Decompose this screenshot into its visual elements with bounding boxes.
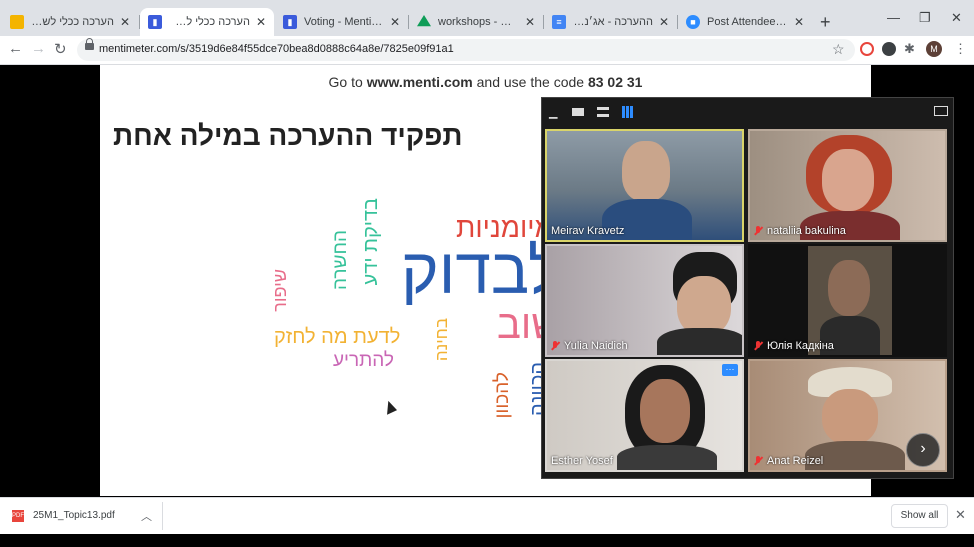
menu-kebab-icon[interactable]: ⋮ — [954, 41, 967, 57]
participant-name: Yulia Naidich — [551, 340, 628, 352]
browser-toolbar: ← → ↻ mentimeter.com/s/3519d6e84f55dce70… — [0, 36, 974, 65]
close-window-icon[interactable]: ✕ — [951, 10, 962, 26]
more-options-button[interactable]: ··· — [722, 364, 738, 376]
forward-icon[interactable]: → — [31, 40, 46, 57]
close-tab-icon[interactable]: ✕ — [256, 15, 266, 29]
url-text: mentimeter.com/s/3519d6e84f55dce70bea8d0… — [99, 43, 454, 55]
google-docs-favicon-icon: ≡ — [552, 15, 566, 29]
participant-silhouette — [622, 141, 670, 201]
participant-name: nataliia bakulina — [754, 225, 846, 237]
gallery-view-icon[interactable] — [622, 106, 634, 118]
divider — [162, 502, 163, 530]
restore-icon[interactable]: ❐ — [919, 10, 931, 26]
close-tab-icon[interactable]: ✕ — [525, 15, 535, 29]
participant-video-tile[interactable]: Yulia Naidich — [545, 244, 744, 357]
participant-silhouette — [822, 389, 878, 445]
zoom-gallery-window: ▁ Meirav Kravetz nataliia bakulina Yulia… — [541, 97, 954, 479]
chevron-up-icon[interactable]: ︿ — [141, 508, 152, 524]
mouse-cursor-icon — [381, 399, 398, 415]
muted-mic-icon — [754, 456, 762, 466]
wordcloud-word: מיומניות — [456, 212, 554, 243]
google-drive-favicon-icon — [417, 15, 431, 27]
slides-favicon-icon — [10, 15, 24, 29]
tab-strip: הערכה ככלי לשיפור לה ✕ ▮ הערכה ככלי לשיפ… — [0, 0, 974, 36]
exit-fullscreen-icon[interactable] — [934, 106, 948, 116]
speaker-view-icon[interactable] — [572, 108, 584, 116]
tab-title: ההערכה - אג׳נדה לסדי — [573, 16, 653, 28]
tab-title: Post Attendee - Zoom — [707, 16, 788, 28]
pdf-file-icon: PDF — [12, 510, 24, 522]
tab-2[interactable]: ▮ הערכה ככלי לשיפור לה ✕ — [140, 8, 274, 36]
wordcloud-word: החשרה — [330, 230, 351, 291]
address-bar[interactable]: mentimeter.com/s/3519d6e84f55dce70bea8d0… — [77, 38, 855, 61]
zoom-favicon-icon: ■ — [686, 15, 700, 29]
wordcloud-word: להכוון — [492, 372, 513, 419]
participant-name: Юлія Кадкіна — [754, 340, 834, 352]
participant-video-tile[interactable]: nataliia bakulina — [748, 129, 947, 242]
participant-name: Anat Reizel — [754, 455, 823, 467]
extension-icon[interactable] — [860, 42, 874, 56]
reload-icon[interactable]: ↻ — [54, 40, 67, 58]
participant-silhouette — [828, 260, 870, 316]
tab-6[interactable]: ■ Post Attendee - Zoom ✕ — [678, 8, 812, 36]
tab-title: workshops - Google Dr — [438, 16, 519, 28]
next-page-chevron-icon[interactable]: › — [906, 433, 940, 467]
tab-3[interactable]: ▮ Voting - Mentimeter ✕ — [275, 8, 408, 36]
participant-name: Meirav Kravetz — [551, 225, 625, 237]
close-tab-icon[interactable]: ✕ — [390, 15, 400, 29]
strip-view-icon[interactable] — [597, 107, 609, 117]
participant-video-tile[interactable]: Юлія Кадкіна — [748, 244, 947, 357]
close-tab-icon[interactable]: ✕ — [659, 15, 669, 29]
download-bar: PDF 25M1_Topic13.pdf ︿ Show all ✕ — [0, 497, 974, 534]
muted-mic-icon — [754, 226, 762, 236]
close-download-bar-icon[interactable]: ✕ — [955, 507, 966, 523]
tab-title: הערכה ככלי לשיפור לה — [31, 16, 114, 28]
tab-title: Voting - Mentimeter — [304, 16, 384, 28]
tab-4[interactable]: workshops - Google Dr ✕ — [409, 8, 543, 36]
tab-5[interactable]: ≡ ההערכה - אג׳נדה לסדי ✕ — [544, 8, 677, 36]
wordcloud-word: לדעת מה לחזק — [274, 326, 401, 348]
participant-silhouette — [822, 149, 874, 211]
instruction-text: Go to — [328, 74, 367, 90]
new-tab-button[interactable]: + — [820, 12, 831, 32]
participant-silhouette — [617, 445, 717, 470]
wordcloud-word: להתריע — [333, 350, 394, 371]
muted-mic-icon — [754, 341, 762, 351]
wordcloud-word: לבדוק — [401, 235, 562, 307]
slide-title: תפקיד ההערכה במילה אחת — [113, 120, 463, 151]
join-instructions: Go to www.menti.com and use the code 83 … — [100, 74, 871, 90]
participant-silhouette — [657, 328, 742, 355]
participant-name: Esther Yosef — [551, 455, 613, 467]
mentimeter-favicon-icon: ▮ — [283, 15, 297, 29]
close-tab-icon[interactable]: ✕ — [120, 15, 130, 29]
muted-mic-icon — [551, 341, 559, 351]
instruction-text: and use the code — [472, 74, 588, 90]
wordcloud-word: בחינה — [432, 318, 451, 362]
show-all-button[interactable]: Show all — [891, 504, 948, 528]
join-code: 83 02 31 — [587, 74, 643, 90]
participant-video-tile[interactable]: Meirav Kravetz — [545, 129, 744, 242]
download-file-name[interactable]: 25M1_Topic13.pdf — [33, 510, 115, 521]
extension-icon[interactable] — [882, 42, 896, 56]
back-icon[interactable]: ← — [8, 40, 23, 57]
tab-1[interactable]: הערכה ככלי לשיפור לה ✕ — [2, 8, 138, 36]
extensions-puzzle-icon[interactable]: ✱ — [904, 41, 915, 57]
close-tab-icon[interactable]: ✕ — [794, 15, 804, 29]
mentimeter-favicon-icon: ▮ — [148, 15, 162, 29]
bookmark-star-icon[interactable]: ☆ — [832, 41, 845, 58]
wordcloud-word: שיפור — [270, 269, 290, 312]
profile-avatar[interactable]: M — [926, 41, 942, 57]
instruction-site: www.menti.com — [366, 74, 473, 90]
minimize-panel-icon[interactable]: ▁ — [549, 106, 557, 119]
tab-title: הערכה ככלי לשיפור לה — [169, 16, 250, 28]
lock-icon — [85, 38, 94, 50]
participant-silhouette — [640, 379, 690, 443]
wordcloud-word: בדיקת ידע — [360, 198, 382, 286]
minimize-icon[interactable]: — — [887, 10, 900, 25]
participant-silhouette — [677, 276, 731, 336]
participant-video-tile[interactable]: ··· Esther Yosef — [545, 359, 744, 472]
